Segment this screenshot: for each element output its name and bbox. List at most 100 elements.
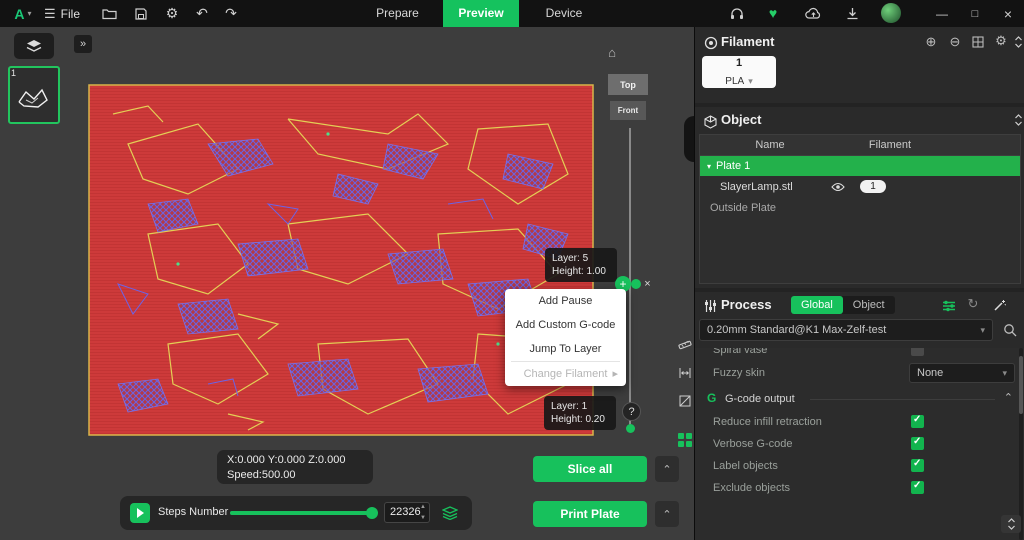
layer-tooltip-top-layer: Layer: 5 <box>552 252 610 265</box>
stepper-down-icon[interactable]: ▼ <box>420 515 426 521</box>
object-row-label: SlayerLamp.stl <box>720 181 793 193</box>
settings-scrollbar-thumb[interactable] <box>1019 356 1023 414</box>
layer-tooltip-top-height: Height: 1.00 <box>552 265 610 278</box>
expand-sidebar-button[interactable]: » <box>74 35 92 53</box>
column-header-name: Name <box>700 139 840 151</box>
cloud-upload-icon[interactable] <box>803 5 823 22</box>
section-view-icon[interactable] <box>676 392 694 410</box>
spiral-vase-checkbox[interactable] <box>911 348 924 356</box>
home-view-icon[interactable]: ⌂ <box>602 44 622 60</box>
view-cube-front[interactable]: Front <box>610 101 646 120</box>
heart-icon[interactable]: ♥ <box>764 4 782 22</box>
verbose-gcode-checkbox[interactable] <box>911 437 924 450</box>
grid-apps-icon[interactable] <box>675 430 695 450</box>
settings-scrollbar[interactable] <box>1019 348 1023 540</box>
undo-icon[interactable]: ↶ <box>193 4 211 22</box>
minimize-icon[interactable]: — <box>933 6 951 21</box>
visibility-eye-icon[interactable] <box>830 180 846 194</box>
measure-icon[interactable] <box>676 336 694 354</box>
plate-thumbnail[interactable]: 1 <box>8 66 60 124</box>
close-icon[interactable]: × <box>999 6 1017 21</box>
setting-row-verbose-gcode: Verbose G-code <box>695 434 1024 456</box>
steps-slider-handle[interactable] <box>366 507 378 519</box>
print-plate-button[interactable]: Print Plate <box>533 501 647 527</box>
slice-all-button[interactable]: Slice all <box>533 456 647 482</box>
settings-scroll-area[interactable]: Spiral vase Fuzzy skin None G G-code out… <box>695 348 1024 540</box>
spiral-vase-label: Spiral vase <box>713 348 767 356</box>
filament-collapse-icon[interactable] <box>1012 34 1024 50</box>
gcode-output-section-header[interactable]: G G-code output ⌃ <box>695 386 1024 412</box>
menu-item-add-pause[interactable]: Add Pause <box>505 289 626 313</box>
object-section-title: Object <box>721 112 761 127</box>
stepper-up-icon[interactable]: ▲ <box>420 504 426 510</box>
filament-settings-gear-icon[interactable]: ⚙ <box>993 33 1009 49</box>
toggle-global[interactable]: Global <box>791 296 843 314</box>
setting-row-fuzzy-skin: Fuzzy skin None <box>695 358 1024 386</box>
help-button[interactable]: ? <box>622 402 641 421</box>
object-collapse-icon[interactable] <box>1012 112 1024 128</box>
layer-slider-bottom-handle[interactable] <box>626 424 635 433</box>
layer-steps-icon[interactable] <box>440 503 460 523</box>
slice-options-chevron[interactable]: ⌃ <box>655 456 679 482</box>
gcode-collapse-icon[interactable]: ⌃ <box>1004 391 1013 404</box>
settings-gear-icon[interactable]: ⚙ <box>163 4 181 22</box>
setting-row-exclude-objects: Exclude objects <box>695 478 1024 500</box>
reset-params-icon[interactable]: ↻ <box>965 296 981 312</box>
search-icon[interactable] <box>1001 321 1019 339</box>
wizard-wand-icon[interactable] <box>991 297 1007 313</box>
maximize-icon[interactable]: □ <box>966 6 984 21</box>
dimension-icon[interactable] <box>676 364 694 382</box>
remove-marker-icon[interactable]: × <box>641 277 654 290</box>
layers-panel-button[interactable] <box>14 33 54 59</box>
preset-dropdown[interactable]: 0.20mm Standard@K1 Max-Zelf-test <box>699 319 993 341</box>
table-row-outside-plate[interactable]: Outside Plate <box>700 198 1020 218</box>
filament-card[interactable]: 1 PLA <box>702 56 776 88</box>
menu-item-jump-to-layer[interactable]: Jump To Layer <box>505 337 626 361</box>
flush-matrix-icon[interactable] <box>971 35 985 49</box>
print-options-chevron[interactable]: ⌃ <box>655 501 679 527</box>
steps-slider-fill <box>230 511 370 515</box>
exclude-objects-checkbox[interactable] <box>911 481 924 494</box>
toggle-object[interactable]: Object <box>843 296 895 314</box>
menu-item-add-custom-gcode[interactable]: Add Custom G-code <box>505 313 626 337</box>
layers-icon <box>25 39 43 54</box>
app-logo-button[interactable]: A ▾ <box>6 3 40 24</box>
panel-expand-button[interactable] <box>1001 515 1021 533</box>
object-cube-icon <box>703 114 718 129</box>
chevron-down-icon: ▾ <box>28 9 32 18</box>
process-section: Process Global Object ↻ 0.20mm Standard@… <box>695 292 1024 540</box>
gcode-section-icon: G <box>707 391 716 405</box>
redo-icon[interactable]: ↷ <box>222 4 240 22</box>
tab-preview[interactable]: Preview <box>443 0 519 27</box>
open-folder-icon[interactable] <box>100 6 118 21</box>
preset-dropdown-value: 0.20mm Standard@K1 Max-Zelf-test <box>707 324 886 336</box>
tab-device[interactable]: Device <box>527 0 601 27</box>
layer-slider-handle[interactable] <box>631 279 641 289</box>
steps-value-box[interactable]: 22326 ▲ ▼ <box>384 502 430 523</box>
plate-thumbnail-preview <box>14 78 52 116</box>
remove-filament-icon[interactable]: ⊖ <box>947 34 963 50</box>
table-row-object[interactable]: SlayerLamp.stl 1 <box>700 176 1020 198</box>
layer-tooltip-top: Layer: 5 Height: 1.00 <box>545 248 617 282</box>
fuzzy-skin-select[interactable]: None <box>909 363 1015 383</box>
user-avatar[interactable] <box>881 3 901 23</box>
save-icon[interactable] <box>133 6 149 21</box>
menu-item-change-filament[interactable]: Change Filament <box>505 362 626 386</box>
headset-icon[interactable] <box>728 5 746 22</box>
view-cube-top[interactable]: Top <box>608 74 648 95</box>
download-icon[interactable] <box>843 5 861 22</box>
steps-slider-track[interactable] <box>230 511 375 515</box>
label-objects-checkbox[interactable] <box>911 459 924 472</box>
add-filament-icon[interactable]: ⊕ <box>923 34 939 50</box>
layer-context-menu: Add Pause Add Custom G-code Jump To Laye… <box>505 289 626 386</box>
reduce-infill-retraction-checkbox[interactable] <box>911 415 924 428</box>
filament-section-title: Filament <box>721 34 774 49</box>
play-button[interactable] <box>130 503 150 523</box>
tune-params-icon[interactable] <box>941 298 957 313</box>
verbose-gcode-label: Verbose G-code <box>713 438 793 450</box>
file-menu-button[interactable]: ☰ File <box>44 0 80 27</box>
filament-assignment-badge[interactable]: 1 <box>860 180 886 193</box>
table-row-plate[interactable]: ▾ Plate 1 <box>700 156 1020 176</box>
tab-prepare[interactable]: Prepare <box>355 0 440 27</box>
setting-row-label-objects: Label objects <box>695 456 1024 478</box>
